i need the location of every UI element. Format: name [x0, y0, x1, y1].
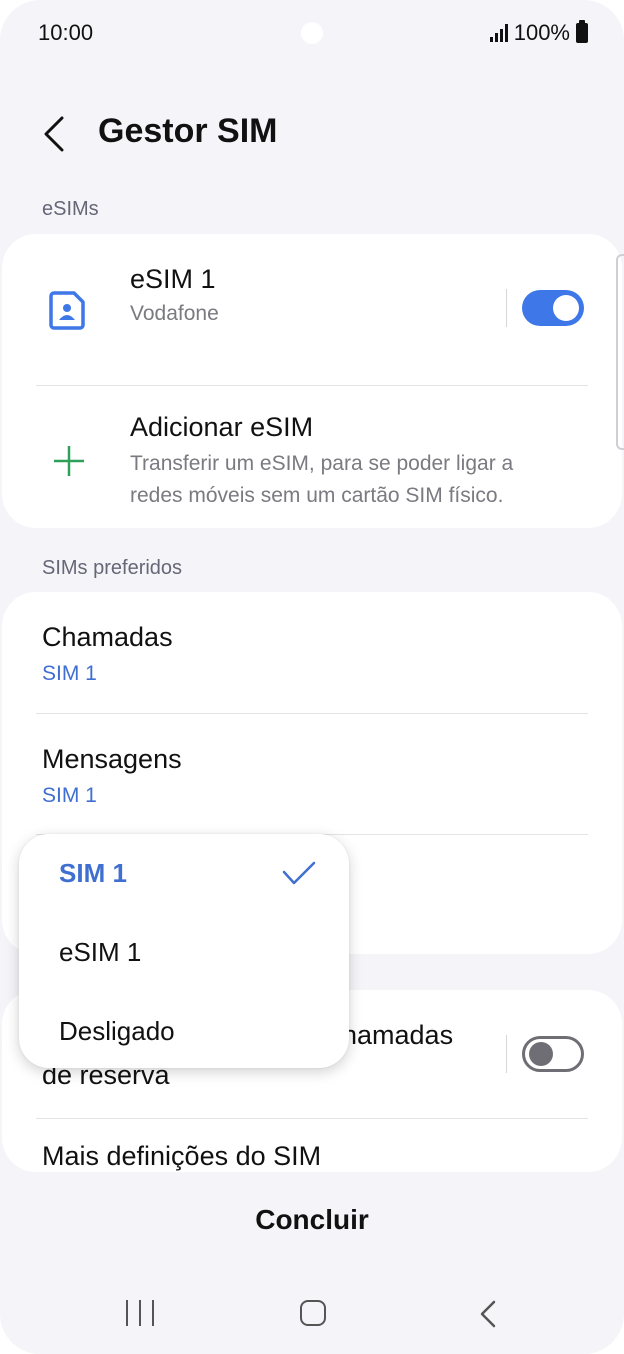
page-title: Gestor SIM [98, 112, 278, 150]
back-nav-icon[interactable] [476, 1298, 500, 1330]
back-button[interactable] [38, 112, 78, 156]
messages-row[interactable]: Mensagens SIM 1 [2, 714, 622, 834]
add-esim-title: Adicionar eSIM [130, 412, 314, 442]
signal-icon [489, 24, 508, 42]
toggle-separator [506, 289, 507, 327]
status-time: 10:00 [38, 20, 94, 45]
toggle-separator [506, 1035, 507, 1073]
recents-nav-icon[interactable] [126, 1300, 154, 1328]
esim1-carrier: Vodafone [130, 302, 219, 325]
dropdown-option-off[interactable]: Desligado [19, 992, 349, 1068]
done-button[interactable]: Concluir [0, 1204, 624, 1236]
sim-options-dropdown: SIM 1 eSIM 1 Desligado [19, 834, 349, 1068]
add-esim-description-line2: redes móveis sem um cartão SIM físico. [130, 484, 504, 507]
calls-value: SIM 1 [42, 662, 97, 685]
esim1-row[interactable]: eSIM 1 Vodafone [2, 234, 622, 384]
more-sim-settings-row[interactable]: Mais definições do SIM [2, 1119, 622, 1172]
chevron-left-icon [44, 116, 64, 152]
messages-value: SIM 1 [42, 784, 97, 807]
camera-cutout [301, 22, 323, 44]
esim1-title: eSIM 1 [130, 264, 216, 294]
calls-title: Chamadas [42, 622, 173, 652]
esims-card: eSIM 1 Vodafone Adicionar eSIM Transferi… [2, 234, 622, 528]
add-esim-description-line1: Transferir um eSIM, para se poder ligar … [130, 452, 514, 475]
status-indicators: 100% [489, 20, 588, 46]
backup-title-line1: namadas [342, 1020, 454, 1050]
dropdown-option-label: Desligado [59, 1016, 175, 1046]
dropdown-option-label: SIM 1 [59, 858, 127, 888]
plus-icon [54, 446, 84, 476]
add-esim-row[interactable]: Adicionar eSIM Transferir um eSIM, para … [2, 386, 622, 528]
esim1-toggle[interactable] [522, 290, 584, 326]
sim-card-icon [49, 291, 85, 330]
backup-calls-toggle[interactable] [522, 1036, 584, 1072]
dropdown-option-sim1[interactable]: SIM 1 [19, 834, 349, 914]
battery-icon [576, 20, 588, 43]
phone-screen: 10:00 100% Gestor SIM eSIMs eSIM 1 Vodaf… [0, 0, 624, 1354]
home-nav-icon[interactable] [300, 1300, 326, 1326]
section-label-esims: eSIMs [42, 198, 99, 220]
battery-percentage: 100% [513, 20, 570, 45]
checkmark-icon [282, 861, 316, 885]
messages-title: Mensagens [42, 744, 182, 774]
more-sim-settings-title: Mais definições do SIM [42, 1141, 322, 1171]
dropdown-option-esim1[interactable]: eSIM 1 [19, 914, 349, 992]
scroll-indicator[interactable] [616, 254, 624, 450]
dropdown-option-label: eSIM 1 [59, 937, 142, 967]
calls-row[interactable]: Chamadas SIM 1 [2, 592, 622, 712]
section-label-preferred: SIMs preferidos [42, 557, 183, 579]
